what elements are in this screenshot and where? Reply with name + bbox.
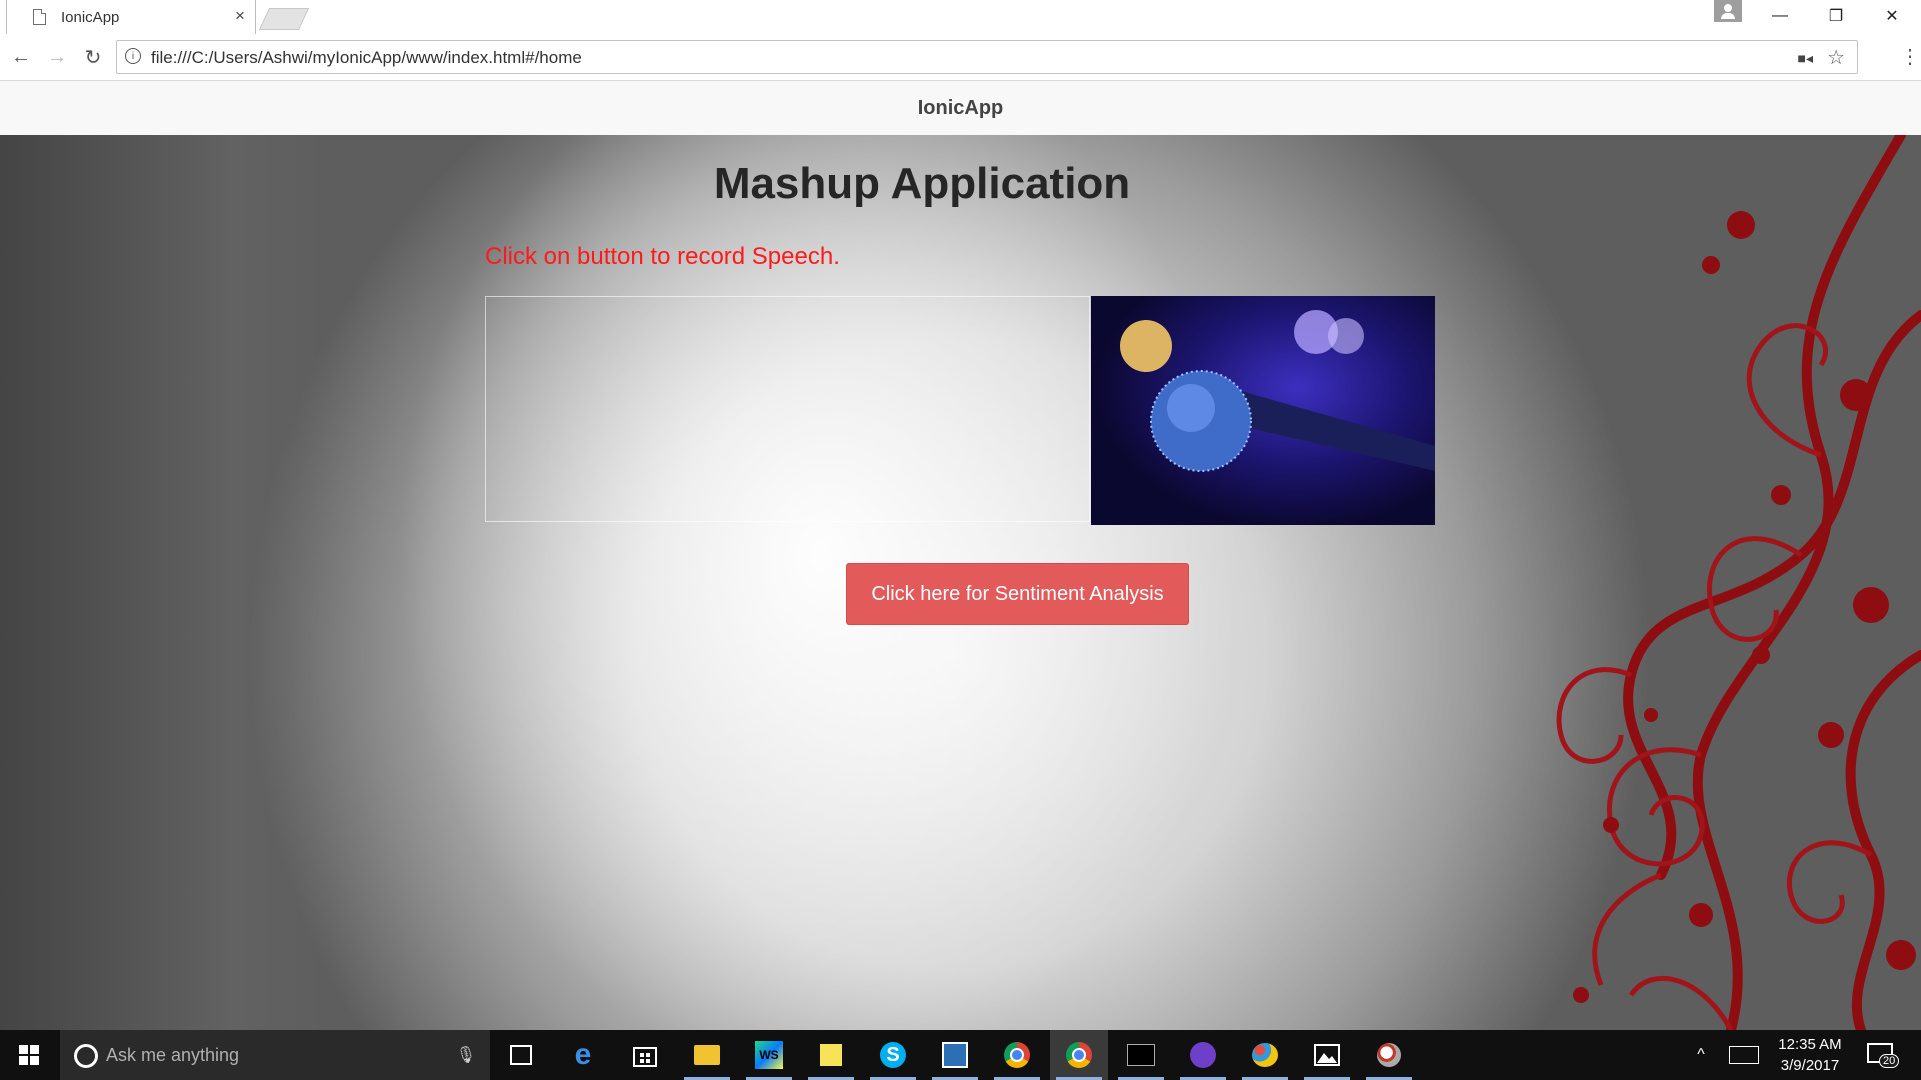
system-clock[interactable]: 12:35 AM 3/9/2017 — [1770, 1034, 1850, 1076]
task-view-icon[interactable] — [492, 1030, 550, 1080]
keyboard-glyph — [1729, 1046, 1759, 1064]
sticky-notes-icon[interactable] — [802, 1030, 860, 1080]
info-icon[interactable]: i — [125, 48, 141, 64]
keyboard-icon[interactable] — [1726, 1030, 1762, 1080]
webstorm-glyph: WS — [755, 1041, 783, 1069]
microphone-photo — [1120, 310, 1435, 472]
close-window-button[interactable]: ✕ — [1864, 0, 1920, 32]
browser-tab-strip: IonicApp × — ❐ ✕ — [0, 0, 1921, 34]
app-content: Mashup Application Click on button to re… — [0, 135, 1921, 1030]
console-glyph — [1127, 1044, 1155, 1066]
minimize-button[interactable]: — — [1752, 0, 1808, 32]
chrome-icon-active[interactable] — [1050, 1030, 1108, 1080]
cortana-icon — [74, 1044, 98, 1068]
task-view-glyph — [510, 1045, 532, 1065]
microphone-image[interactable] — [1091, 296, 1435, 525]
app-header: IonicApp — [0, 81, 1921, 136]
github-glyph — [1190, 1042, 1216, 1068]
browser-menu-icon[interactable]: ⋮ — [1900, 44, 1920, 70]
tab-title: IonicApp — [61, 9, 120, 26]
bookmark-star-icon[interactable]: ☆ — [1827, 45, 1845, 70]
edge-glyph: e — [574, 1038, 592, 1071]
photos-glyph-icon — [1314, 1044, 1340, 1066]
chrome-icon[interactable] — [988, 1030, 1046, 1080]
skype-glyph: S — [880, 1042, 906, 1068]
red-floral-swirl-decoration — [1556, 135, 1921, 1030]
paint-alt-glyph — [1377, 1043, 1401, 1067]
new-tab-button[interactable] — [258, 8, 310, 30]
record-speech-area[interactable] — [485, 296, 1090, 522]
profile-icon[interactable] — [1714, 0, 1742, 22]
page-icon — [33, 9, 46, 25]
store-glyph-icon — [633, 1047, 657, 1067]
cortana-search-box[interactable]: Ask me anything 🎙 — [60, 1030, 490, 1080]
sentiment-analysis-button[interactable]: Click here for Sentiment Analysis — [846, 563, 1189, 625]
notification-count-badge: 20 — [1879, 1054, 1900, 1068]
action-center-icon[interactable]: 20 — [1865, 1040, 1900, 1070]
skype-icon[interactable]: S — [864, 1030, 922, 1080]
photos-icon[interactable] — [1298, 1030, 1356, 1080]
page-title: Mashup Application — [713, 159, 1131, 208]
record-speech-prompt: Click on button to record Speech. — [485, 243, 840, 270]
store-icon[interactable] — [616, 1030, 674, 1080]
command-prompt-icon[interactable] — [1112, 1030, 1170, 1080]
background-texture — [0, 135, 330, 1030]
microphone-icon[interactable]: 🎙 — [456, 1045, 476, 1065]
clock-time: 12:35 AM — [1778, 1036, 1842, 1053]
browser-tab[interactable]: IonicApp × — [6, 0, 256, 34]
app-icon[interactable] — [926, 1030, 984, 1080]
address-url[interactable]: file:///C:/Users/Ashwi/myIonicApp/www/in… — [151, 48, 582, 68]
tab-close-icon[interactable]: × — [235, 6, 245, 26]
paint-alt-icon[interactable] — [1360, 1030, 1418, 1080]
palette-glyph — [1252, 1043, 1278, 1067]
file-explorer-icon[interactable] — [678, 1030, 736, 1080]
camera-icon[interactable]: ■◂ — [1798, 50, 1813, 67]
reload-button[interactable]: ↻ — [80, 44, 106, 70]
app-glyph — [942, 1042, 968, 1068]
back-button[interactable]: ← — [8, 44, 34, 70]
app-header-title: IonicApp — [917, 97, 1004, 119]
browser-toolbar: ← → ↻ i file:///C:/Users/Ashwi/myIonicAp… — [0, 34, 1921, 81]
github-icon[interactable] — [1174, 1030, 1232, 1080]
folder-glyph — [694, 1045, 720, 1065]
chrome-glyph — [1066, 1042, 1092, 1068]
windows-logo-icon — [19, 1045, 39, 1065]
forward-button[interactable]: → — [44, 44, 70, 70]
search-placeholder: Ask me anything — [106, 1045, 240, 1065]
address-bar[interactable]: i file:///C:/Users/Ashwi/myIonicApp/www/… — [116, 40, 1858, 74]
sticky-notes-glyph — [820, 1044, 842, 1066]
start-button[interactable] — [0, 1030, 58, 1080]
windows-taskbar: Ask me anything 🎙 e WS S ^ 12:35 AM 3/9/… — [0, 1030, 1921, 1080]
chrome-glyph — [1004, 1042, 1030, 1068]
paint-icon[interactable] — [1236, 1030, 1294, 1080]
show-hidden-icons-button[interactable]: ^ — [1688, 1030, 1714, 1080]
clock-date: 3/9/2017 — [1780, 1057, 1840, 1074]
restore-button[interactable]: ❐ — [1808, 0, 1864, 32]
edge-icon[interactable]: e — [554, 1030, 612, 1080]
webstorm-icon[interactable]: WS — [740, 1030, 798, 1080]
